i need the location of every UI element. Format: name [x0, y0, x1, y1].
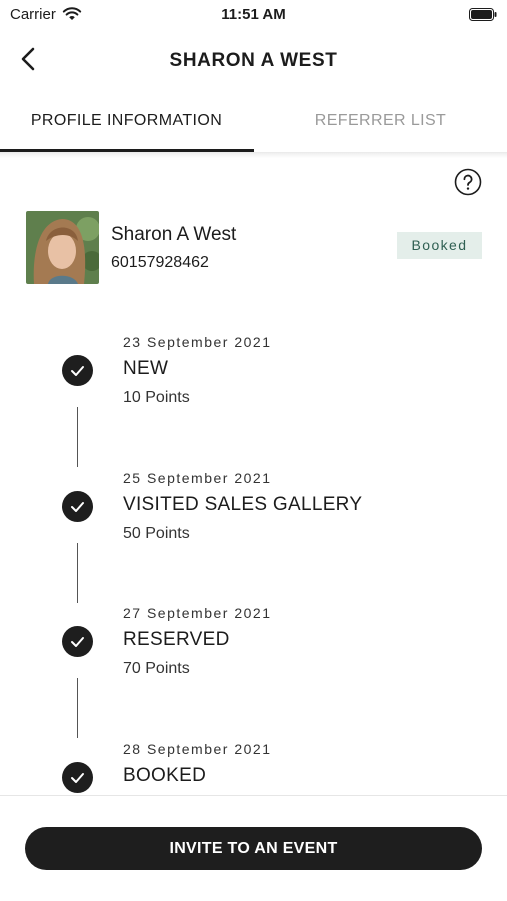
- help-button[interactable]: [454, 168, 482, 196]
- tab-shadow: [0, 152, 507, 158]
- profile-phone: 60157928462: [111, 254, 209, 271]
- timeline-points: 50 Points: [123, 525, 190, 542]
- status-bar: Carrier 11:51 AM: [0, 0, 507, 30]
- timeline-item: 28 September 2021 BOOKED: [0, 707, 507, 795]
- tab-referrer-list[interactable]: REFERRER LIST: [254, 90, 507, 152]
- timeline-date: 27 September 2021: [123, 605, 272, 621]
- check-circle-icon: [62, 491, 93, 522]
- check-circle-icon: [62, 355, 93, 386]
- timeline-item: 23 September 2021 NEW 10 Points: [0, 300, 507, 467]
- footer: INVITE TO AN EVENT: [0, 795, 507, 901]
- timeline-item: 25 September 2021 VISITED SALES GALLERY …: [0, 436, 507, 603]
- timeline-date: 23 September 2021: [123, 334, 272, 350]
- navigation-bar: SHARON A WEST: [0, 30, 507, 90]
- profile-name: Sharon A West: [111, 224, 237, 245]
- question-circle-icon: [454, 168, 482, 196]
- timeline-points: 70 Points: [123, 660, 190, 677]
- timeline-status: VISITED SALES GALLERY: [123, 494, 363, 515]
- tab-bar: PROFILE INFORMATION REFERRER LIST: [0, 90, 507, 153]
- battery-icon: [469, 8, 497, 26]
- tab-profile-information[interactable]: PROFILE INFORMATION: [0, 90, 253, 152]
- clock: 11:51 AM: [221, 6, 286, 23]
- timeline-points: 10 Points: [123, 389, 190, 406]
- status-badge: Booked: [397, 232, 482, 259]
- invite-to-event-button[interactable]: INVITE TO AN EVENT: [25, 827, 482, 870]
- check-circle-icon: [62, 626, 93, 657]
- timeline-status: NEW: [123, 358, 169, 379]
- avatar: [26, 211, 99, 284]
- timeline-date: 28 September 2021: [123, 741, 272, 757]
- timeline-item: 27 September 2021 RESERVED 70 Points: [0, 571, 507, 738]
- timeline-status: RESERVED: [123, 629, 230, 650]
- check-circle-icon: [62, 762, 93, 793]
- timeline-status: BOOKED: [123, 765, 207, 786]
- timeline-date: 25 September 2021: [123, 470, 272, 486]
- status-timeline: 23 September 2021 NEW 10 Points 25 Septe…: [0, 300, 507, 795]
- page-title: SHARON A WEST: [169, 50, 338, 71]
